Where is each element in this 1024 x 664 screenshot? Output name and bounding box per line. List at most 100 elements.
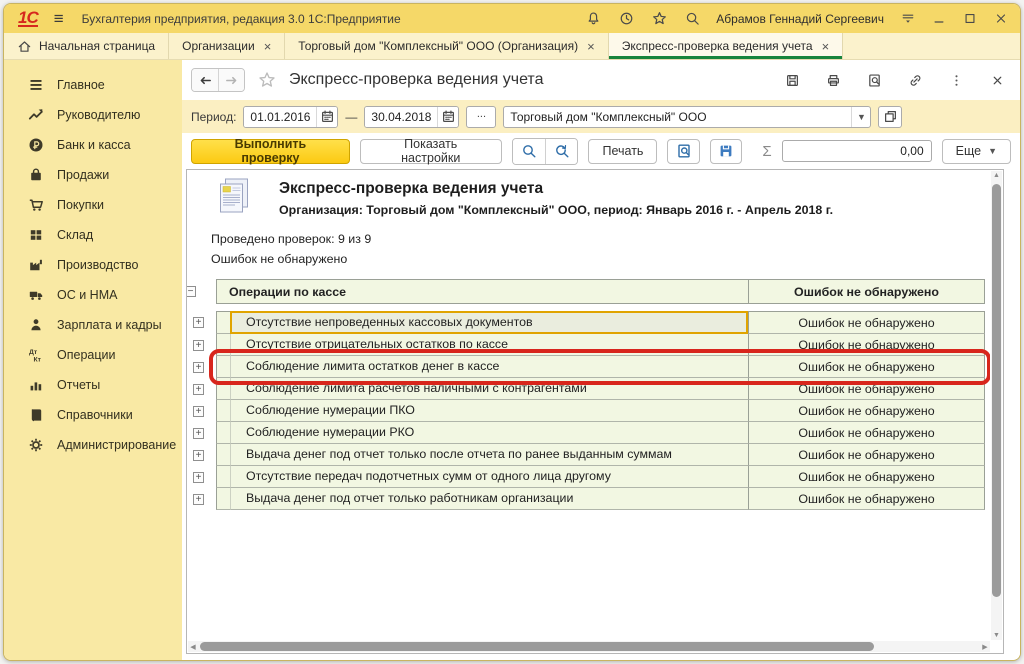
check-status-cell[interactable]: Ошибок не обнаружено <box>748 400 985 422</box>
maximize-icon[interactable] <box>963 11 977 26</box>
collapse-minus-icon[interactable]: − <box>187 286 196 297</box>
expand-plus-icon[interactable]: + <box>193 340 204 351</box>
check-name-cell[interactable]: Соблюдение нумерации ПКО <box>230 400 748 422</box>
expand-plus-icon[interactable]: + <box>193 362 204 373</box>
table-row[interactable]: + Соблюдение нумерации РКО Ошибок не обн… <box>191 422 990 444</box>
check-status-cell[interactable]: Ошибок не обнаружено <box>748 488 985 510</box>
sidebar-item-руководителю[interactable]: Руководителю <box>4 100 182 130</box>
scroll-down-icon[interactable]: ▼ <box>991 632 1002 639</box>
calendar-icon[interactable] <box>437 107 458 127</box>
history-clock-icon[interactable] <box>618 11 634 27</box>
run-check-button[interactable]: Выполнить проверку <box>191 139 350 164</box>
tab-close-icon[interactable]: × <box>264 40 272 53</box>
link-icon[interactable] <box>907 72 924 89</box>
tab-3[interactable]: Экспресс-проверка ведения учета × <box>609 33 843 59</box>
check-status-cell[interactable]: Ошибок не обнаружено <box>748 378 985 400</box>
check-status-cell[interactable]: Ошибок не обнаружено <box>748 311 985 334</box>
period-options-button[interactable]: ... <box>466 106 496 128</box>
horizontal-scrollbar[interactable]: ◀ ▶ <box>188 641 990 652</box>
table-row[interactable]: + Отсутствие отрицательных остатков по к… <box>191 334 990 356</box>
horizontal-scroll-thumb[interactable] <box>200 642 874 651</box>
table-row[interactable]: + Соблюдение лимита расчетов наличными с… <box>191 378 990 400</box>
check-name-cell[interactable]: Соблюдение нумерации РКО <box>230 422 748 444</box>
tab-close-icon[interactable]: × <box>822 40 830 53</box>
expand-plus-icon[interactable]: + <box>193 384 204 395</box>
sum-input[interactable] <box>782 140 932 162</box>
close-icon[interactable] <box>994 11 1008 26</box>
sidebar-item-администрирование[interactable]: Администрирование <box>4 430 182 460</box>
table-row[interactable]: + Отсутствие передач подотчетных сумм от… <box>191 466 990 488</box>
close-window-icon[interactable] <box>989 72 1006 89</box>
preview-icon[interactable] <box>866 72 883 89</box>
expand-plus-icon[interactable]: + <box>193 317 204 328</box>
tab-close-icon[interactable]: × <box>587 40 595 53</box>
sidebar-item-операции[interactable]: ДтКт Операции <box>4 340 182 370</box>
table-row[interactable]: + Соблюдение лимита остатков денег в кас… <box>191 356 990 378</box>
sidebar-item-зарплата-и-кадры[interactable]: Зарплата и кадры <box>4 310 182 340</box>
scroll-up-icon[interactable]: ▲ <box>991 172 1002 179</box>
expand-plus-icon[interactable]: + <box>193 472 204 483</box>
organization-combo[interactable]: Торговый дом "Комплексный" ООО ▼ <box>503 106 871 128</box>
search-icon[interactable] <box>684 11 700 27</box>
check-name-cell[interactable]: Соблюдение лимита остатков денег в кассе <box>230 356 748 378</box>
check-name-cell[interactable]: Выдача денег под отчет только после отче… <box>230 444 748 466</box>
check-status-cell[interactable]: Ошибок не обнаружено <box>748 466 985 488</box>
sidebar-item-склад[interactable]: Склад <box>4 220 182 250</box>
main-menu-icon[interactable]: ≡ <box>54 9 64 29</box>
scroll-right-icon[interactable]: ▶ <box>980 643 990 651</box>
tab-0[interactable]: Начальная страница <box>4 33 169 59</box>
print-preview-icon[interactable] <box>667 139 699 164</box>
expand-plus-icon[interactable]: + <box>193 450 204 461</box>
check-status-cell[interactable]: Ошибок не обнаружено <box>748 444 985 466</box>
find-refresh-icon[interactable] <box>545 139 577 164</box>
table-row[interactable]: + Выдача денег под отчет только после от… <box>191 444 990 466</box>
add-favorite-star-icon[interactable] <box>258 71 276 89</box>
sidebar-item-банк-и-касса[interactable]: Банк и касса <box>4 130 182 160</box>
check-status-cell[interactable]: Ошибок не обнаружено <box>748 356 985 378</box>
more-button[interactable]: Еще ▼ <box>942 139 1011 164</box>
sidebar-item-главное[interactable]: Главное <box>4 70 182 100</box>
save-file-icon[interactable] <box>710 139 742 164</box>
save-icon[interactable] <box>784 72 801 89</box>
service-menu-icon[interactable] <box>901 11 915 26</box>
expand-plus-icon[interactable]: + <box>193 494 204 505</box>
vertical-scroll-thumb[interactable] <box>992 184 1001 597</box>
check-status-cell[interactable]: Ошибок не обнаружено <box>748 422 985 444</box>
sidebar-item-ос-и-нма[interactable]: ОС и НМА <box>4 280 182 310</box>
print-icon[interactable] <box>825 72 842 89</box>
table-row[interactable]: + Отсутствие непроведенных кассовых доку… <box>191 311 990 334</box>
print-button[interactable]: Печать <box>588 139 657 164</box>
tab-1[interactable]: Организации × <box>169 33 285 59</box>
forward-button[interactable] <box>218 69 244 91</box>
table-row[interactable]: + Выдача денег под отчет только работник… <box>191 488 990 510</box>
scroll-left-icon[interactable]: ◀ <box>188 643 198 651</box>
check-name-cell[interactable]: Отсутствие непроведенных кассовых докуме… <box>230 311 748 334</box>
chevron-down-icon[interactable]: ▼ <box>851 107 870 127</box>
sidebar-item-отчеты[interactable]: Отчеты <box>4 370 182 400</box>
sidebar-item-справочники[interactable]: Справочники <box>4 400 182 430</box>
expand-plus-icon[interactable]: + <box>193 406 204 417</box>
show-settings-button[interactable]: Показать настройки <box>360 139 502 164</box>
tab-2[interactable]: Торговый дом "Комплексный" ООО (Организа… <box>285 33 608 59</box>
current-user[interactable]: Абрамов Геннадий Сергеевич <box>716 12 884 26</box>
period-to-input[interactable] <box>365 107 437 127</box>
check-status-cell[interactable]: Ошибок не обнаружено <box>748 334 985 356</box>
sidebar-item-продажи[interactable]: Продажи <box>4 160 182 190</box>
check-name-cell[interactable]: Соблюдение лимита расчетов наличными с к… <box>230 378 748 400</box>
favorites-star-icon[interactable] <box>651 11 667 27</box>
vertical-scrollbar[interactable]: ▲ ▼ <box>991 171 1002 640</box>
period-from-input[interactable] <box>244 107 316 127</box>
notifications-bell-icon[interactable] <box>585 11 601 27</box>
sidebar-item-производство[interactable]: Производство <box>4 250 182 280</box>
table-row[interactable]: + Соблюдение нумерации ПКО Ошибок не обн… <box>191 400 990 422</box>
check-name-cell[interactable]: Отсутствие отрицательных остатков по кас… <box>230 334 748 356</box>
kebab-menu-icon[interactable] <box>948 72 965 89</box>
calendar-icon[interactable] <box>316 107 337 127</box>
check-name-cell[interactable]: Отсутствие передач подотчетных сумм от о… <box>230 466 748 488</box>
back-button[interactable] <box>192 69 218 91</box>
table-group-header[interactable]: − Операции по кассе Ошибок не обнаружено <box>191 279 990 304</box>
find-icon[interactable] <box>513 139 545 164</box>
check-name-cell[interactable]: Выдача денег под отчет только работникам… <box>230 488 748 510</box>
sidebar-item-покупки[interactable]: Покупки <box>4 190 182 220</box>
open-form-button[interactable] <box>878 106 902 128</box>
